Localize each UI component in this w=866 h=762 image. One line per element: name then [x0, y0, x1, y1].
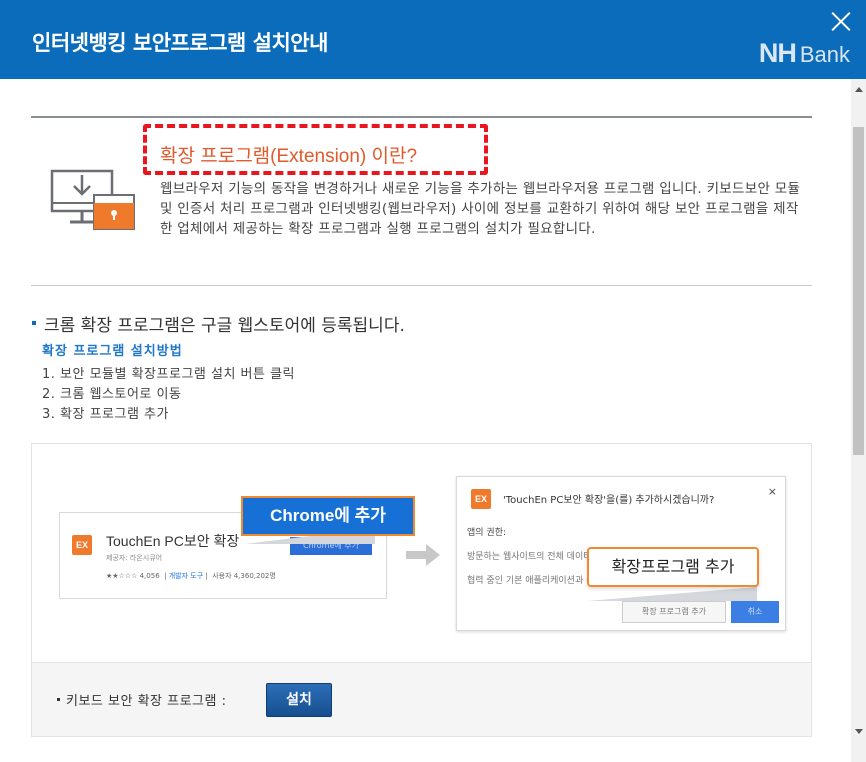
close-icon[interactable] — [830, 10, 852, 32]
section-divider — [31, 285, 812, 286]
extension-name: TouchEn PC보안 확장 — [106, 533, 240, 549]
add-to-chrome-callout: Chrome에 추가 — [241, 496, 415, 536]
section-title: 크롬 확장 프로그램은 구글 웹스토어에 등록됩니다. — [32, 311, 405, 336]
vertical-scrollbar[interactable] — [851, 79, 866, 762]
bullet-icon — [57, 698, 60, 701]
scrollbar-thumb[interactable] — [853, 127, 864, 455]
dialog-question: 'TouchEn PC보안 확장'을(를) 추가하시겠습니까? — [503, 495, 715, 506]
bullet-icon — [32, 321, 36, 325]
scroll-down-icon[interactable] — [855, 729, 863, 734]
logo-nh: NH — [758, 38, 797, 68]
extension-heading: 확장 프로그램(Extension) 이란? — [160, 146, 418, 167]
top-divider — [31, 116, 812, 118]
method-title: 확장 프로그램 설치방법 — [42, 344, 183, 359]
step-item: 3. 확장 프로그램 추가 — [42, 407, 169, 422]
step-item: 2. 크롬 웹스토어로 이동 — [42, 387, 182, 402]
extension-meta: ★★☆☆☆ 4,056 | 개발자 도구 | 사용자 4,360,202명 — [106, 572, 276, 580]
scroll-up-icon[interactable] — [855, 87, 863, 92]
extension-badge-icon: EX — [72, 535, 92, 555]
user-count: 사용자 4,360,202명 — [212, 572, 276, 580]
logo-bank: Bank — [799, 42, 850, 67]
keyboard-security-label: 키보드 보안 확장 프로그램 : — [57, 690, 226, 709]
nh-bank-logo: NH Bank — [759, 38, 850, 69]
arrow-right-icon — [406, 544, 440, 566]
install-bar: 키보드 보안 확장 프로그램 : 설치 — [31, 663, 812, 737]
extension-badge-icon: EX — [471, 489, 491, 509]
section-title-text: 크롬 확장 프로그램은 구글 웹스토어에 등록됩니다. — [44, 316, 405, 336]
install-steps: 1. 보안 모듈별 확장프로그램 설치 버튼 클릭 2. 크롬 웹스토어로 이동… — [42, 365, 295, 425]
dialog-header: 인터넷뱅킹 보안프로그램 설치안내 NH Bank — [0, 0, 866, 79]
permission-item: 협력 중인 기본 애플리케이션과 통신 — [467, 576, 603, 586]
install-illustration: EX TouchEn PC보안 확장 제공자: 라온시큐어 ★★☆☆☆ 4,05… — [31, 443, 812, 663]
dialog-content: 확장 프로그램(Extension) 이란? 웹브라우저 기능의 동작을 변경하… — [0, 79, 851, 762]
install-button[interactable]: 설치 — [266, 683, 332, 717]
mini-add-extension-button: 확장 프로그램 추가 — [622, 601, 726, 623]
install-label-text: 키보드 보안 확장 프로그램 : — [66, 694, 227, 709]
extension-description: 웹브라우저 기능의 동작을 변경하거나 새로운 기능을 추가하는 웹브라우저용 … — [160, 181, 801, 237]
rating: ★★☆☆☆ 4,056 — [106, 572, 160, 580]
permissions-title: 앱의 권한: — [467, 528, 507, 538]
dialog-title: 인터넷뱅킹 보안프로그램 설치안내 — [32, 31, 328, 55]
dialog-close-icon: × — [767, 485, 777, 498]
pc-lock-icon — [50, 169, 135, 230]
callout-pointer — [587, 587, 757, 601]
step-item: 1. 보안 모듈별 확장프로그램 설치 버튼 클릭 — [42, 367, 296, 382]
mini-cancel-button: 취소 — [731, 601, 779, 623]
extension-provider: 제공자: 라온시큐어 — [106, 554, 163, 562]
add-extension-callout: 확장프로그램 추가 — [587, 547, 759, 587]
developer-link: 개발자 도구 — [168, 572, 204, 580]
